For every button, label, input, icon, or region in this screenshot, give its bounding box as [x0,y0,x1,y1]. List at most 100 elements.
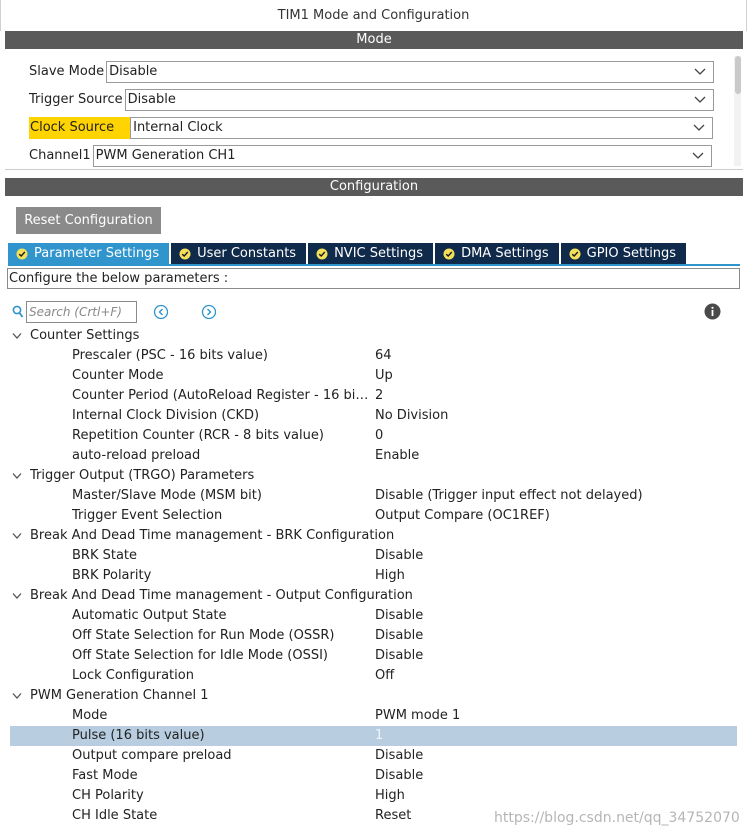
parameter-row[interactable]: Internal Clock Division (CKD) No Division [10,406,737,426]
parameter-row[interactable]: Pulse (16 bits value) 1 [10,726,737,746]
parameter-name: Master/Slave Mode (MSM bit) [72,488,262,503]
clock-source-select[interactable]: Internal Clock [130,117,714,139]
caret-down-icon[interactable] [12,692,22,700]
parameter-row[interactable]: Counter Mode Up [10,366,737,386]
parameter-name: Counter Period (AutoReload Register - 16… [72,388,372,403]
parameter-value[interactable]: Enable [375,446,419,466]
parameter-name: Repetition Counter (RCR - 8 bits value) [72,428,324,443]
caret-down-icon[interactable] [12,592,22,600]
clock-source-row: Clock Source Internal Clock [29,117,714,139]
parameter-value[interactable]: Disable [375,546,423,566]
scrollbar-thumb[interactable] [735,56,741,94]
channel1-row: Channel1 PWM Generation CH1 [29,145,712,167]
parameter-name: Fast Mode [72,768,138,783]
parameter-value[interactable]: Up [375,366,393,386]
watermark: https://blog.csdn.net/qq_34752070 [494,810,740,826]
parameter-value[interactable]: 2 [375,386,383,406]
parameter-value[interactable]: High [375,786,405,806]
parameter-name: Automatic Output State [72,608,227,623]
reset-configuration-button[interactable]: Reset Configuration [16,207,161,234]
check-circle-icon [316,248,328,260]
parameter-name: BRK State [72,548,138,563]
slave-mode-select[interactable]: Disable [106,61,715,83]
channel1-select[interactable]: PWM Generation CH1 [92,145,712,167]
tab-label: DMA Settings [461,246,549,261]
window-title: TIM1 Mode and Configuration [0,0,747,31]
trigger-source-row: Trigger Source Disable [29,89,714,111]
tab-label: User Constants [197,246,297,261]
tab-label: Parameter Settings [34,246,160,261]
check-circle-icon [16,248,28,260]
parameter-row[interactable]: Lock Configuration Off [10,666,737,686]
channel1-value: PWM Generation CH1 [95,148,236,163]
previous-arrow-icon[interactable] [153,304,169,320]
mode-panel: Slave Mode Disable Trigger Source Disabl… [5,50,743,170]
parameter-value[interactable]: Off [375,666,394,686]
parameter-value[interactable]: Disable [375,606,423,626]
tree-group[interactable]: Break And Dead Time management - BRK Con… [10,526,737,546]
parameter-value[interactable]: Disable [375,626,423,646]
parameter-row[interactable]: Off State Selection for Idle Mode (OSSI)… [10,646,737,666]
parameter-row[interactable]: Master/Slave Mode (MSM bit) Disable (Trig… [10,486,737,506]
parameter-row[interactable]: Prescaler (PSC - 16 bits value) 64 [10,346,737,366]
tree-group[interactable]: Break And Dead Time management - Output … [10,586,737,606]
info-icon[interactable] [704,303,721,320]
parameter-value[interactable]: No Division [375,406,448,426]
tab-label: GPIO Settings [586,246,677,261]
parameter-value[interactable]: 64 [375,346,392,366]
chevron-down-icon [692,152,704,159]
mode-scrollbar[interactable] [734,56,741,166]
tree-group[interactable]: Counter Settings [10,326,737,346]
tab-dma-settings[interactable]: DMA Settings [435,243,559,265]
tree-group[interactable]: PWM Generation Channel 1 [10,686,737,706]
caret-down-icon[interactable] [12,532,22,540]
instruction-text: Configure the below parameters : [7,268,740,289]
parameter-value[interactable]: Output Compare (OC1REF) [375,506,550,526]
parameter-value[interactable]: Disable [375,746,423,766]
parameter-row[interactable]: BRK State Disable [10,546,737,566]
parameter-value[interactable]: Disable [375,766,423,786]
tree-group-title: Counter Settings [30,328,140,343]
parameter-value[interactable]: Reset [375,806,411,826]
caret-down-icon[interactable] [12,332,22,340]
tab-parameter-settings[interactable]: Parameter Settings [8,243,170,265]
caret-down-icon[interactable] [12,472,22,480]
search-input[interactable]: Search (Crtl+F) [26,301,137,323]
parameter-value[interactable]: High [375,566,405,586]
parameter-row[interactable]: Mode PWM mode 1 [10,706,737,726]
parameter-row[interactable]: Automatic Output State Disable [10,606,737,626]
tree-group[interactable]: Trigger Output (TRGO) Parameters [10,466,737,486]
parameter-value[interactable]: Disable [375,646,423,666]
parameter-row[interactable]: Trigger Event Selection Output Compare (O… [10,506,737,526]
tab-nvic-settings[interactable]: NVIC Settings [308,243,434,265]
parameter-row[interactable]: Off State Selection for Run Mode (OSSR) D… [10,626,737,646]
chevron-down-icon [694,96,706,103]
parameter-row[interactable]: CH Polarity High [10,786,737,806]
parameter-row[interactable]: Counter Period (AutoReload Register - 16… [10,386,737,406]
parameter-name: Internal Clock Division (CKD) [72,408,260,423]
tree-group-title: Trigger Output (TRGO) Parameters [30,468,255,483]
next-arrow-icon[interactable] [201,304,217,320]
tab-gpio-settings[interactable]: GPIO Settings [560,243,687,265]
parameter-row[interactable]: Output compare preload Disable [10,746,737,766]
slave-mode-label: Slave Mode [29,64,105,79]
parameter-row[interactable]: auto-reload preload Enable [10,446,737,466]
parameter-name: Output compare preload [72,748,232,763]
check-circle-icon [443,248,455,260]
parameter-value[interactable]: PWM mode 1 [375,706,460,726]
check-circle-icon [179,248,191,260]
parameter-tree: Counter Settings Prescaler (PSC - 16 bits… [10,326,737,826]
parameter-name: Mode [72,708,108,723]
channel1-label: Channel1 [29,148,91,163]
parameter-row[interactable]: BRK Polarity High [10,566,737,586]
parameter-value[interactable]: Disable (Trigger input effect not delaye… [375,486,643,506]
parameter-value[interactable]: 0 [375,426,383,446]
search-icon [12,305,24,318]
tab-label: NVIC Settings [334,246,424,261]
parameter-row[interactable]: Fast Mode Disable [10,766,737,786]
parameter-value[interactable]: 1 [375,726,383,746]
tab-user-constants[interactable]: User Constants [171,243,307,265]
parameter-name: Counter Mode [72,368,164,383]
parameter-row[interactable]: Repetition Counter (RCR - 8 bits value) 0 [10,426,737,446]
trigger-source-select[interactable]: Disable [124,89,714,111]
